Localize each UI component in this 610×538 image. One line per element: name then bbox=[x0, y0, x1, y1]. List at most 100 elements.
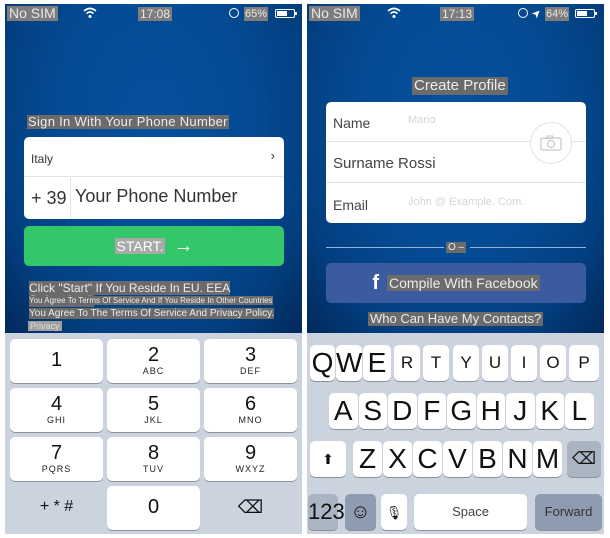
backspace-key[interactable]: ⌫ bbox=[567, 441, 601, 477]
key-m[interactable]: M bbox=[533, 441, 562, 477]
key-r[interactable]: R bbox=[394, 345, 420, 381]
battery-percent: 65% bbox=[244, 7, 269, 21]
key-u[interactable]: U bbox=[482, 345, 508, 381]
key-label: Y bbox=[460, 353, 472, 372]
key-w[interactable]: W bbox=[336, 345, 362, 381]
key-digit: 7 bbox=[50, 442, 63, 464]
profile-card: Name Surname Rossi Email bbox=[326, 102, 586, 223]
legal-text-line: You Agree To The Terms Of Service And Pr… bbox=[29, 308, 275, 319]
key-digit: 4 bbox=[50, 393, 63, 415]
key-label: P bbox=[578, 353, 590, 372]
key-b[interactable]: B bbox=[473, 441, 502, 477]
camera-icon bbox=[540, 135, 562, 151]
phone-entry-card: Italy › + 39 bbox=[24, 137, 284, 219]
keypad-key-7[interactable]: 7 PQRS bbox=[10, 437, 103, 481]
name-label: Name bbox=[333, 115, 371, 131]
key-z[interactable]: Z bbox=[353, 441, 382, 477]
key-k[interactable]: K bbox=[535, 393, 564, 429]
key-digit: 1 bbox=[50, 349, 63, 371]
key-l[interactable]: L bbox=[565, 393, 594, 429]
emoji-icon: ☺ bbox=[350, 501, 371, 523]
keypad-key-3[interactable]: 3 DEF bbox=[204, 339, 297, 383]
return-key[interactable]: Forward bbox=[535, 494, 602, 530]
email-input[interactable] bbox=[408, 196, 568, 208]
phone-screen-sign-in: No SIM 17:08 65% Sign In With Your Phone… bbox=[5, 4, 302, 534]
key-q[interactable]: Q bbox=[310, 345, 335, 381]
chevron-right-icon: › bbox=[270, 148, 275, 163]
key-label: 123 bbox=[308, 499, 345, 524]
name-input[interactable] bbox=[408, 114, 528, 126]
clock: 17:08 bbox=[138, 7, 173, 21]
keypad-key-9[interactable]: 9 WXYZ bbox=[204, 437, 297, 481]
facebook-login-button[interactable]: f Compile With Facebook bbox=[326, 263, 586, 303]
key-digit: 2 bbox=[147, 344, 160, 366]
phone-number-input[interactable] bbox=[75, 186, 275, 207]
keypad-key-5[interactable]: 5 JKL bbox=[107, 388, 200, 432]
key-label: B bbox=[478, 443, 497, 474]
key-letters: ABC bbox=[142, 366, 165, 376]
key-j[interactable]: J bbox=[506, 393, 535, 429]
keypad-key-2[interactable]: 2 ABC bbox=[107, 339, 200, 383]
emoji-key[interactable]: ☺ bbox=[345, 494, 376, 530]
key-label: F bbox=[423, 395, 441, 426]
orientation-lock-icon bbox=[229, 8, 239, 18]
keypad-backspace-key[interactable]: ⌫ bbox=[204, 486, 297, 530]
key-s[interactable]: S bbox=[358, 393, 387, 429]
keypad-key-4[interactable]: 4 GHI bbox=[10, 388, 103, 432]
key-t[interactable]: T bbox=[423, 345, 449, 381]
key-label: A bbox=[333, 395, 353, 426]
key-letters: WXYZ bbox=[235, 464, 266, 474]
key-g[interactable]: G bbox=[447, 393, 476, 429]
key-label: J bbox=[513, 395, 528, 426]
who-can-see-contacts-link[interactable]: Who Can Have My Contacts? bbox=[368, 312, 544, 326]
facebook-button-label: Compile With Facebook bbox=[387, 275, 540, 291]
shift-key[interactable]: ⬆ bbox=[310, 441, 346, 477]
keypad-symbols-key[interactable]: + * # bbox=[10, 486, 103, 530]
key-digit: 6 bbox=[244, 393, 257, 415]
key-label: I bbox=[521, 353, 527, 372]
key-o[interactable]: O bbox=[540, 345, 566, 381]
key-label: V bbox=[448, 443, 467, 474]
numbers-key[interactable]: 123 bbox=[308, 494, 345, 530]
key-digit: 3 bbox=[244, 344, 257, 366]
keypad-key-6[interactable]: 6 MNO bbox=[204, 388, 297, 432]
key-p[interactable]: P bbox=[569, 345, 599, 381]
key-d[interactable]: D bbox=[388, 393, 417, 429]
key-i[interactable]: I bbox=[511, 345, 537, 381]
key-label: W bbox=[336, 347, 363, 378]
add-photo-button[interactable] bbox=[530, 122, 572, 164]
privacy-link[interactable]: Privacy bbox=[28, 321, 62, 331]
carrier-label: No SIM bbox=[309, 5, 360, 21]
key-label: E bbox=[367, 347, 387, 378]
key-n[interactable]: N bbox=[503, 441, 532, 477]
or-divider: O – bbox=[326, 242, 586, 254]
key-label: R bbox=[400, 353, 414, 372]
key-letters: TUV bbox=[143, 464, 164, 474]
key-y[interactable]: Y bbox=[453, 345, 479, 381]
location-icon: ➤ bbox=[529, 6, 545, 22]
start-button[interactable]: START. → bbox=[24, 226, 284, 266]
key-h[interactable]: H bbox=[476, 393, 505, 429]
key-c[interactable]: C bbox=[413, 441, 442, 477]
key-v[interactable]: V bbox=[443, 441, 472, 477]
space-key[interactable]: Space bbox=[414, 494, 527, 530]
clock: 17:13 bbox=[440, 7, 475, 21]
microphone-key[interactable]: 🎙 bbox=[381, 494, 407, 530]
surname-input[interactable]: Surname Rossi bbox=[333, 155, 436, 172]
keypad-key-0[interactable]: 0 bbox=[107, 486, 200, 530]
keypad-key-8[interactable]: 8 TUV bbox=[107, 437, 200, 481]
divider-line bbox=[326, 247, 444, 248]
key-label: U bbox=[488, 353, 502, 372]
key-label: Q bbox=[311, 347, 334, 378]
key-x[interactable]: X bbox=[383, 441, 412, 477]
key-label: M bbox=[535, 443, 560, 474]
key-f[interactable]: F bbox=[417, 393, 446, 429]
key-label: H bbox=[480, 395, 501, 426]
key-label: Z bbox=[358, 443, 377, 474]
key-e[interactable]: E bbox=[363, 345, 391, 381]
wifi-icon bbox=[83, 7, 97, 18]
key-a[interactable]: A bbox=[329, 393, 358, 429]
divider-line bbox=[470, 247, 586, 248]
keypad-key-1[interactable]: 1 bbox=[10, 339, 103, 383]
country-selector[interactable]: Italy › bbox=[24, 137, 284, 177]
